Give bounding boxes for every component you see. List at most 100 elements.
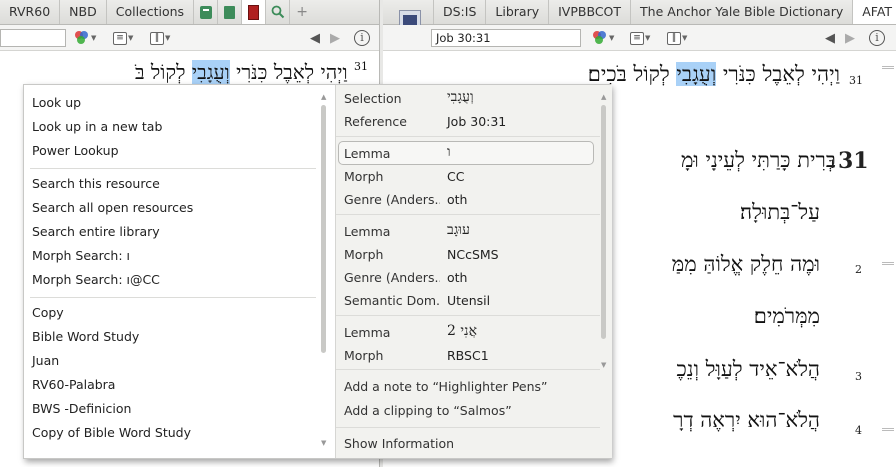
verse-line[interactable]: עַל־בְּתוּלָה׃ (740, 200, 820, 225)
left-verse-line[interactable]: 31 וַיְהִי לְאֵבֶל כִּנֹּרִי וְעֻגָבִי ל… (135, 60, 368, 85)
new-tab-button[interactable]: + (290, 0, 314, 24)
menu-item-search-all-open[interactable]: Search all open resources (32, 200, 193, 215)
scroll-grip (882, 428, 894, 431)
menu-item-copy[interactable]: Copy (32, 305, 64, 320)
book-icon (224, 5, 236, 19)
right-toolbar: Job 30:31 ▼ ≡ ▼ ‖ ▼ ◀ ▶ i (383, 25, 896, 51)
menu-item-search-resource[interactable]: Search this resource (32, 176, 160, 191)
menu-item-bws-definicion[interactable]: BWS -Definicion (32, 401, 131, 416)
morph-value[interactable]: NCcSMS (447, 247, 499, 262)
tab-nbd[interactable]: NBD (60, 0, 107, 24)
tab-ivpbbcot[interactable]: IVPBBCOT (549, 0, 632, 24)
genre-value[interactable]: oth (447, 192, 467, 207)
verse-line[interactable]: וַיְהִי לְאֵבֶל כִּנֹּרִי וְעֻגָבִי לְקו… (588, 62, 840, 87)
forward-arrow-icon: ▶ (845, 30, 855, 46)
menu-scrollbar[interactable] (321, 105, 326, 353)
visual-filters-button[interactable]: ▼ (74, 30, 96, 46)
right-reference-input[interactable]: Job 30:31 (431, 29, 581, 47)
lemma-value[interactable]: עוּגָב (447, 222, 470, 239)
reference-value: Job 30:31 (447, 114, 507, 129)
tab-rvr60[interactable]: RVR60 (0, 0, 61, 24)
genre-label[interactable]: Genre (Anders... (344, 192, 440, 207)
verse-number: 31 (354, 60, 368, 73)
verse-line[interactable]: הֲלֹא־אֵיד לְעַוָּל וְנֵכֶ (677, 357, 820, 382)
lemma-label[interactable]: Lemma (344, 224, 440, 239)
info-icon: i (869, 30, 885, 46)
tab-green-note[interactable] (194, 0, 219, 24)
context-menu-properties: Selection וְעֻגָבִי Reference Job 30:31 … (335, 85, 612, 458)
menu-item-morph-search[interactable]: Morph Search: ו (32, 248, 130, 263)
menu-item-look-up-new-tab[interactable]: Look up in a new tab (32, 119, 162, 134)
show-information-item[interactable]: Show Information (344, 436, 544, 451)
highlighting-button[interactable]: ≡ ▼ (113, 30, 133, 46)
properties-scrollbar[interactable] (601, 105, 606, 339)
menu-item-look-up[interactable]: Look up (32, 95, 81, 110)
morph-label[interactable]: Morph (344, 348, 440, 363)
menu-item-copy-of-bws[interactable]: Copy of Bible Word Study (32, 425, 191, 440)
verse-number: 3 (855, 370, 862, 383)
verse-line[interactable]: בְּרִית כָּרַתִּי לְעֵינָי וּמָ (681, 148, 836, 173)
left-toolbar: ▼ ≡ ▼ ‖ ▼ ◀ ▶ i (0, 25, 379, 51)
scroll-up-arrow[interactable]: ▲ (321, 93, 326, 101)
lemma-label[interactable]: Lemma (344, 146, 440, 161)
semantic-domain-value[interactable]: Utensil (447, 293, 490, 308)
highlighted-word: וְעֻגָבִי (191, 60, 230, 84)
highlighting-icon: ≡ (113, 31, 127, 45)
panel-menu-button[interactable]: ‖ ▼ (667, 30, 687, 46)
menu-item-power-lookup[interactable]: Power Lookup (32, 143, 119, 158)
tab-library[interactable]: Library (486, 0, 550, 24)
back-button[interactable]: ◀ (310, 30, 320, 46)
menu-item-search-library[interactable]: Search entire library (32, 224, 160, 239)
verse-text-end: לְקוֹל בֹּ (134, 60, 186, 84)
bookmark-icon (248, 4, 260, 20)
panel-icon: ‖ (150, 31, 164, 45)
tab-collections[interactable]: Collections (107, 0, 195, 24)
morph-label[interactable]: Morph (344, 169, 440, 184)
lemma-value[interactable]: אֲנִי 2 (447, 323, 477, 340)
lemma-value[interactable]: ו (447, 144, 451, 161)
menu-item-juan[interactable]: Juan (32, 353, 59, 368)
reference-label: Reference (344, 114, 407, 129)
scroll-up-arrow[interactable]: ▲ (601, 93, 606, 101)
tab-green-book[interactable] (218, 0, 243, 24)
menu-separator (336, 136, 600, 137)
scroll-down-arrow[interactable]: ▼ (601, 361, 606, 369)
forward-button[interactable]: ▶ (330, 30, 340, 46)
menu-separator (336, 369, 600, 370)
tab-anchor-yale[interactable]: The Anchor Yale Bible Dictionary (631, 0, 854, 24)
morph-label[interactable]: Morph (344, 247, 440, 262)
info-button[interactable]: i (869, 30, 885, 46)
scroll-down-arrow[interactable]: ▼ (321, 439, 326, 447)
selection-label: Selection (344, 91, 402, 106)
highlighting-button[interactable]: ≡ ▼ (630, 30, 650, 46)
morph-value[interactable]: RBSC1 (447, 348, 489, 363)
forward-button[interactable]: ▶ (845, 30, 855, 46)
right-tab-bar: DS:IS Library IVPBBCOT The Anchor Yale B… (383, 0, 896, 25)
add-note-item[interactable]: Add a note to “Highlighter Pens” (344, 379, 584, 394)
verse-line[interactable]: וּמֶה חֵלֶק אֱלוֹהַּ מִמַּ (672, 252, 820, 277)
tab-afat[interactable]: AFAT (853, 0, 896, 24)
tab-search[interactable] (266, 0, 291, 24)
panel-menu-button[interactable]: ‖ ▼ (150, 30, 170, 46)
left-reference-input[interactable] (0, 29, 66, 47)
menu-item-rv60-palabra[interactable]: RV60-Palabra (32, 377, 115, 392)
info-button[interactable]: i (354, 30, 370, 46)
verse-line[interactable]: הֲלֹא־הוּא יִרְאֶה דְרָ (673, 408, 820, 433)
back-button[interactable]: ◀ (825, 30, 835, 46)
tab-bookmark[interactable] (242, 0, 267, 24)
scroll-grip (882, 66, 894, 69)
right-scrollbar[interactable] (882, 56, 896, 467)
verse-line[interactable]: מִמְּרֹמִים׃ (754, 304, 820, 329)
morph-value[interactable]: CC (447, 169, 464, 184)
back-arrow-icon: ◀ (825, 30, 835, 46)
back-arrow-icon: ◀ (310, 30, 320, 46)
menu-item-bible-word-study[interactable]: Bible Word Study (32, 329, 139, 344)
menu-item-morph-search-cc[interactable]: Morph Search: ו@CC (32, 272, 160, 287)
visual-filters-button[interactable]: ▼ (592, 30, 614, 46)
semantic-domain-label[interactable]: Semantic Dom... (344, 293, 440, 308)
genre-value[interactable]: oth (447, 270, 467, 285)
genre-label[interactable]: Genre (Anders... (344, 270, 440, 285)
tab-ds-is[interactable]: DS:IS (433, 0, 487, 24)
add-clipping-item[interactable]: Add a clipping to “Salmos” (344, 403, 584, 418)
lemma-label[interactable]: Lemma (344, 325, 440, 340)
